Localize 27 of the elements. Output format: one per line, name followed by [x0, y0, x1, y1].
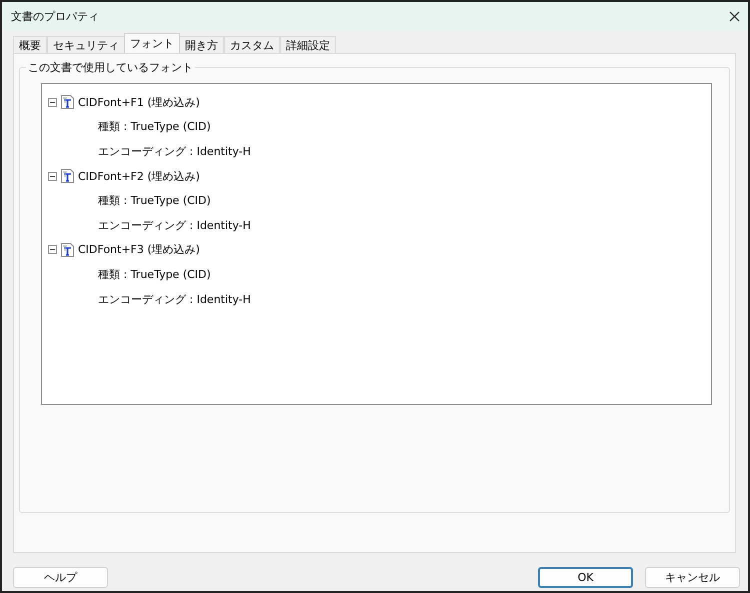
tab[interactable]: 詳細設定	[280, 36, 336, 53]
tab[interactable]: フォント	[124, 33, 180, 53]
tab[interactable]: カスタム	[224, 36, 280, 53]
font-file-icon	[61, 95, 74, 110]
window-title: 文書のプロパティ	[11, 8, 99, 24]
dialog-button[interactable]: OK	[538, 567, 633, 588]
font-name[interactable]: CIDFont+F2 (埋め込み)	[78, 168, 200, 184]
font-file-icon	[61, 242, 74, 257]
group-label: この文書で使用しているフォント	[26, 60, 195, 75]
font-property: 種類 : TrueType (CID)	[98, 193, 211, 208]
collapse-icon[interactable]	[48, 98, 57, 107]
font-property: 種類 : TrueType (CID)	[98, 119, 211, 134]
dialog-button[interactable]: キャンセル	[645, 567, 740, 588]
tab[interactable]: 概要	[13, 36, 47, 53]
collapse-icon[interactable]	[48, 245, 57, 254]
close-icon[interactable]	[729, 10, 740, 22]
font-name[interactable]: CIDFont+F3 (埋め込み)	[78, 242, 200, 258]
font-property: エンコーディング : Identity-H	[98, 144, 251, 159]
collapse-icon[interactable]	[48, 172, 57, 181]
font-name[interactable]: CIDFont+F1 (埋め込み)	[78, 94, 200, 110]
tab[interactable]: 開き方	[179, 36, 224, 53]
font-property: エンコーディング : Identity-H	[98, 292, 251, 307]
font-file-icon	[61, 169, 74, 184]
font-property: 種類 : TrueType (CID)	[98, 266, 211, 282]
dialog-button[interactable]: ヘルプ	[13, 567, 108, 588]
font-property: エンコーディング : Identity-H	[98, 218, 251, 233]
tab[interactable]: セキュリティ	[47, 36, 125, 53]
